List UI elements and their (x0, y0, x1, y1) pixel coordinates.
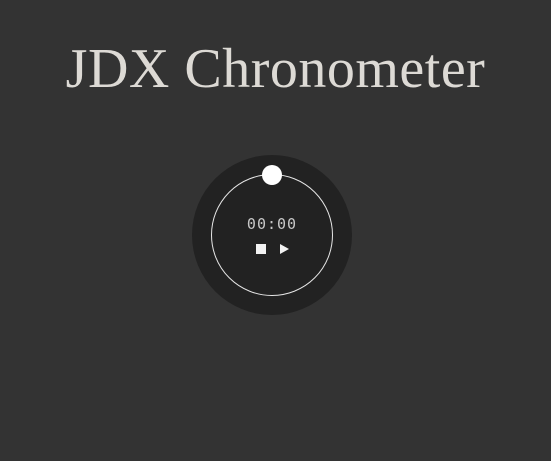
progress-ring (211, 174, 333, 296)
play-icon (280, 244, 289, 254)
chronometer-dial: 00:00 (192, 155, 352, 315)
time-display: 00:00 (246, 215, 298, 233)
play-button[interactable] (278, 242, 292, 256)
stop-icon (256, 244, 266, 254)
stop-button[interactable] (254, 242, 268, 256)
dial-knob[interactable] (262, 165, 282, 185)
controls (192, 242, 352, 256)
page: JDX Chronometer 00:00 (0, 0, 551, 461)
page-title: JDX Chronometer (65, 38, 486, 100)
